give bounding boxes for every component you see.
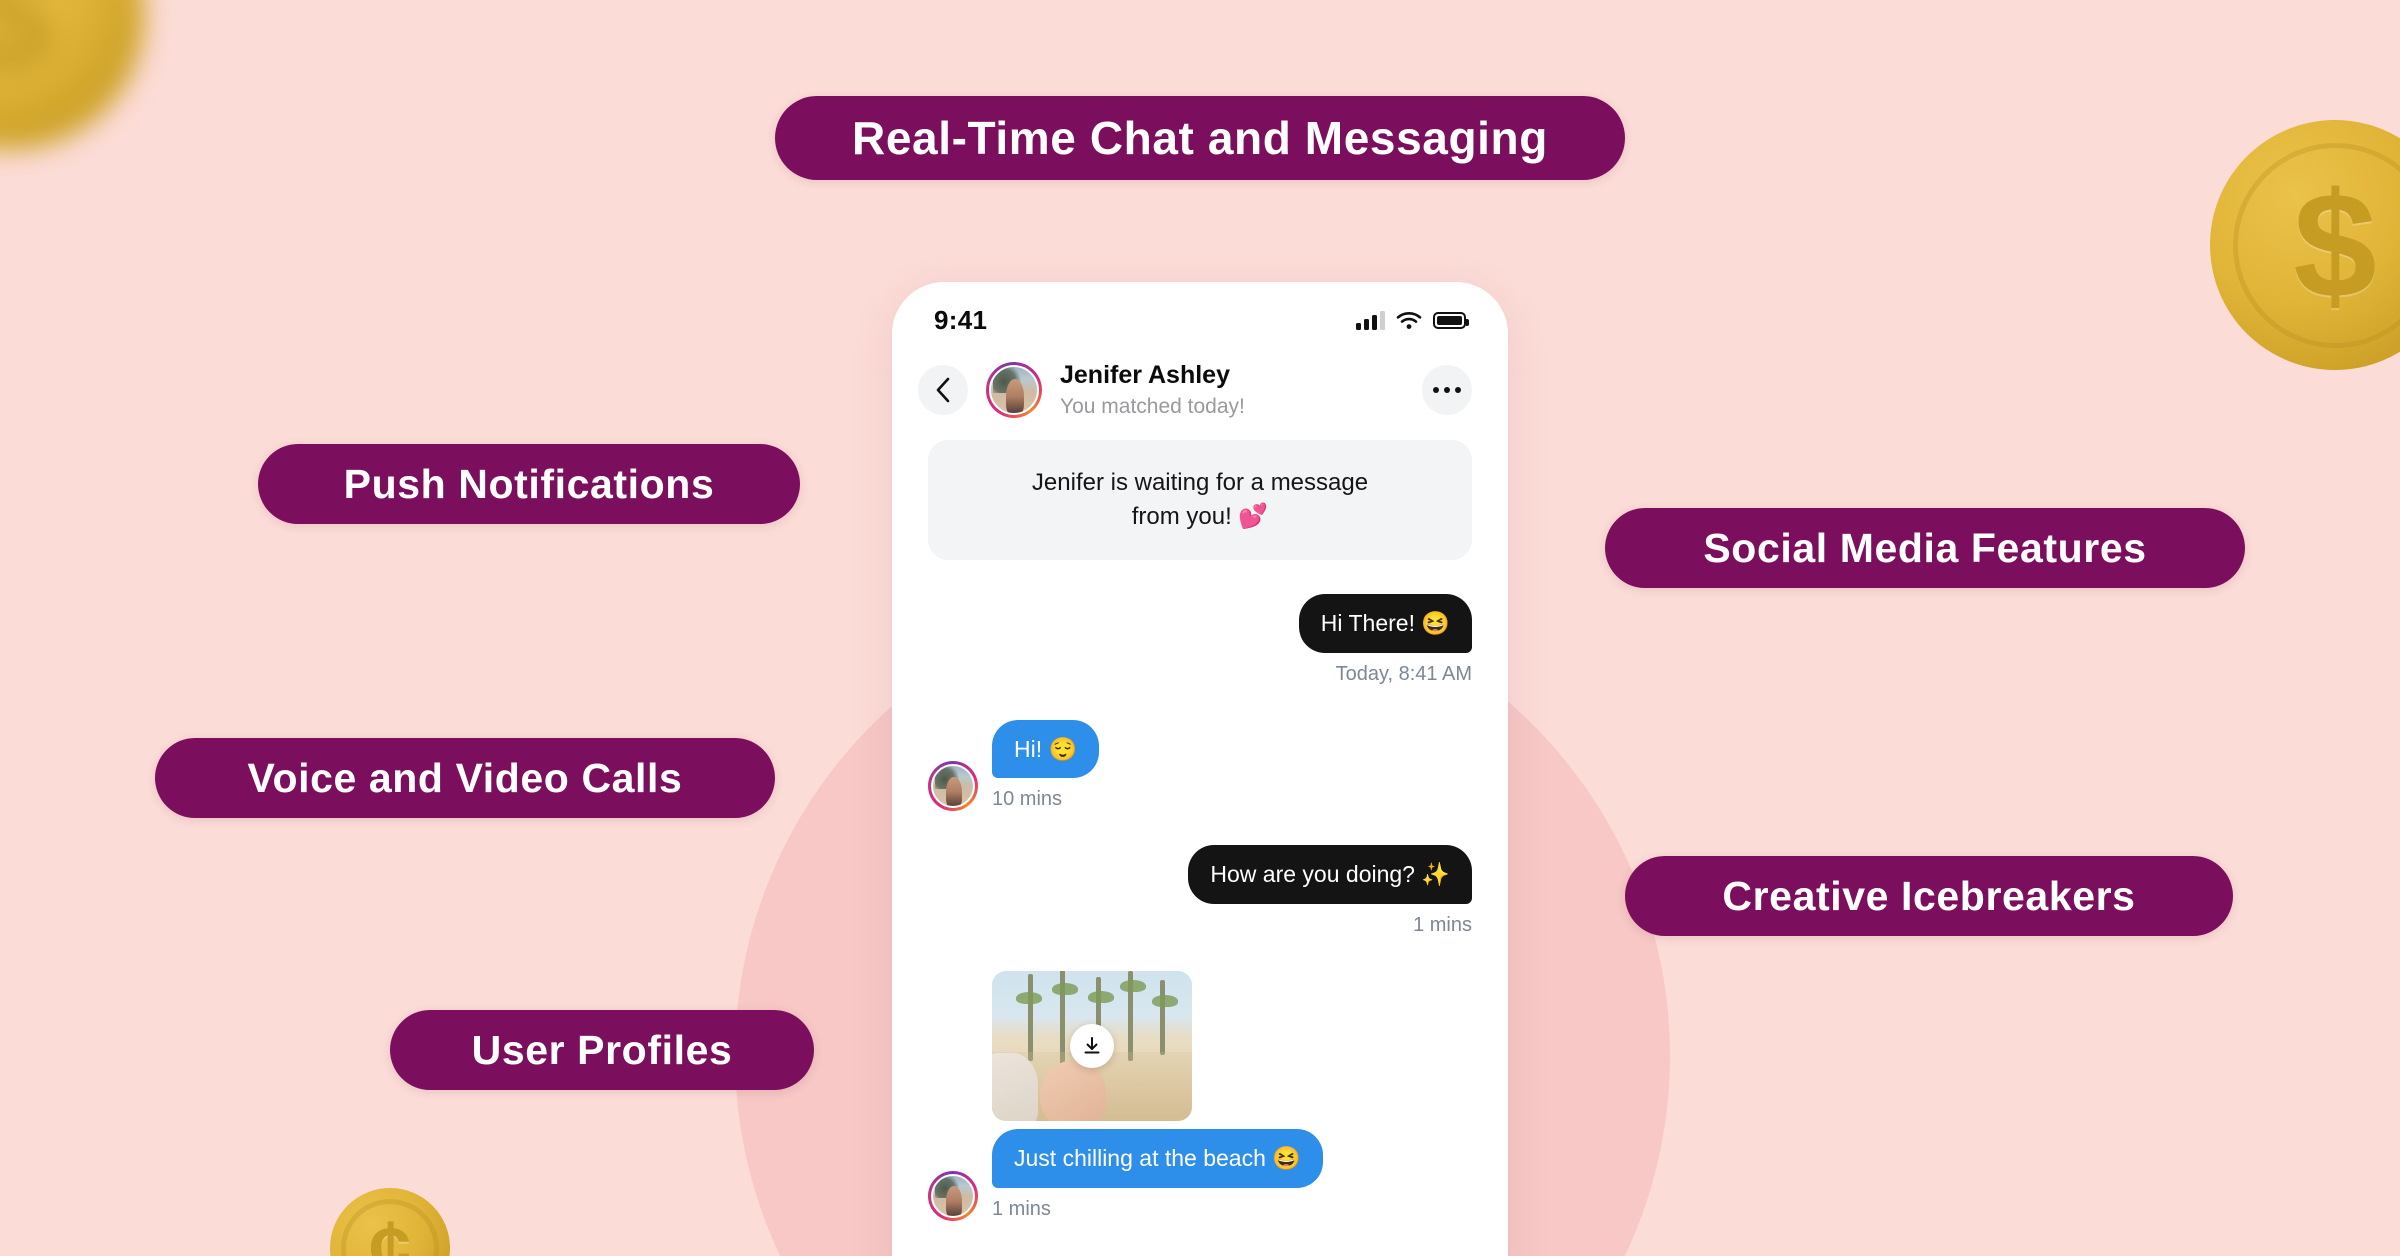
cellular-signal-icon xyxy=(1356,310,1385,330)
status-bar-time: 9:41 xyxy=(934,304,988,335)
download-icon xyxy=(1084,1037,1100,1054)
back-chevron-icon xyxy=(936,377,950,403)
coin-symbol: ¢ xyxy=(368,1205,412,1256)
message-row: Hi There! 😆 Today, 8:41 AM xyxy=(928,593,1472,686)
sender-avatar xyxy=(928,761,978,812)
back-button[interactable] xyxy=(918,364,968,415)
message-timestamp: Today, 8:41 AM xyxy=(1335,662,1472,685)
coin-symbol: $ xyxy=(2293,160,2377,329)
gold-coin-bottom-left-icon: ¢ xyxy=(330,1188,450,1256)
message-bubble-incoming[interactable]: Hi! 😌 xyxy=(992,719,1100,779)
message-row: Hi! 😌 10 mins xyxy=(928,719,1472,812)
sender-avatar xyxy=(928,1170,978,1221)
gold-coin-right-icon: $ xyxy=(2210,120,2400,370)
message-timestamp: 10 mins xyxy=(992,788,1063,811)
feature-pill-push-notifications[interactable]: Push Notifications xyxy=(258,444,800,524)
message-timestamp: 1 mins xyxy=(1413,914,1472,937)
message-out-group: Hi There! 😆 Today, 8:41 AM xyxy=(1298,593,1472,686)
message-row: How are you doing? ✨ 1 mins xyxy=(928,845,1472,937)
message-bubble-incoming[interactable]: Just chilling at the beach 😆 xyxy=(992,1129,1323,1188)
feature-pill-voice-and-video-calls[interactable]: Voice and Video Calls xyxy=(155,738,775,818)
message-out-group: How are you doing? ✨ 1 mins xyxy=(1188,845,1472,937)
status-bar-icons xyxy=(1356,310,1469,330)
more-options-icon xyxy=(1433,386,1461,393)
system-banner-line2: from you! 💕 xyxy=(1131,502,1269,530)
contact-subtitle: You matched today! xyxy=(1060,394,1245,418)
contact-info: Jenifer Ashley You matched today! xyxy=(1060,360,1245,420)
gold-coin-top-left-icon: $ xyxy=(0,0,145,150)
message-in-group: Just chilling at the beach 😆 1 mins xyxy=(928,971,1323,1221)
feature-pill-social-media-features[interactable]: Social Media Features xyxy=(1605,508,2245,588)
avatar-image xyxy=(931,1173,975,1218)
avatar-image xyxy=(931,764,975,809)
message-in-stack: Hi! 😌 10 mins xyxy=(992,719,1100,812)
system-banner: Jenifer is waiting for a message from yo… xyxy=(928,439,1472,560)
chat-header: Jenifer Ashley You matched today! xyxy=(892,344,1508,440)
phone-mockup: 9:41 Jenifer Ashley You matched today! J… xyxy=(892,282,1508,1256)
wifi-icon xyxy=(1396,311,1422,329)
message-in-stack: Just chilling at the beach 😆 1 mins xyxy=(992,971,1323,1221)
system-banner-line1: Jenifer is waiting for a message xyxy=(1031,468,1369,496)
message-bubble-outgoing[interactable]: Hi There! 😆 xyxy=(1298,593,1472,653)
download-button[interactable] xyxy=(1070,1024,1114,1069)
message-timestamp: 1 mins xyxy=(992,1197,1051,1220)
more-options-button[interactable] xyxy=(1422,364,1472,415)
message-list: Jenifer is waiting for a message from yo… xyxy=(892,439,1508,1221)
coin-symbol: $ xyxy=(0,0,52,99)
status-bar: 9:41 xyxy=(892,282,1508,344)
contact-avatar[interactable] xyxy=(986,361,1042,418)
contact-name: Jenifer Ashley xyxy=(1060,361,1230,389)
feature-pill-creative-icebreakers[interactable]: Creative Icebreakers xyxy=(1625,856,2233,936)
message-bubble-outgoing[interactable]: How are you doing? ✨ xyxy=(1188,845,1472,905)
beach-photo-attachment[interactable] xyxy=(992,971,1192,1122)
message-row: Just chilling at the beach 😆 1 mins xyxy=(928,971,1472,1221)
battery-full-icon xyxy=(1433,311,1469,329)
avatar-image xyxy=(989,364,1039,415)
feature-pill-user-profiles[interactable]: User Profiles xyxy=(390,1010,814,1090)
page-title: Real-Time Chat and Messaging xyxy=(775,96,1625,180)
message-in-group: Hi! 😌 10 mins xyxy=(928,719,1100,812)
